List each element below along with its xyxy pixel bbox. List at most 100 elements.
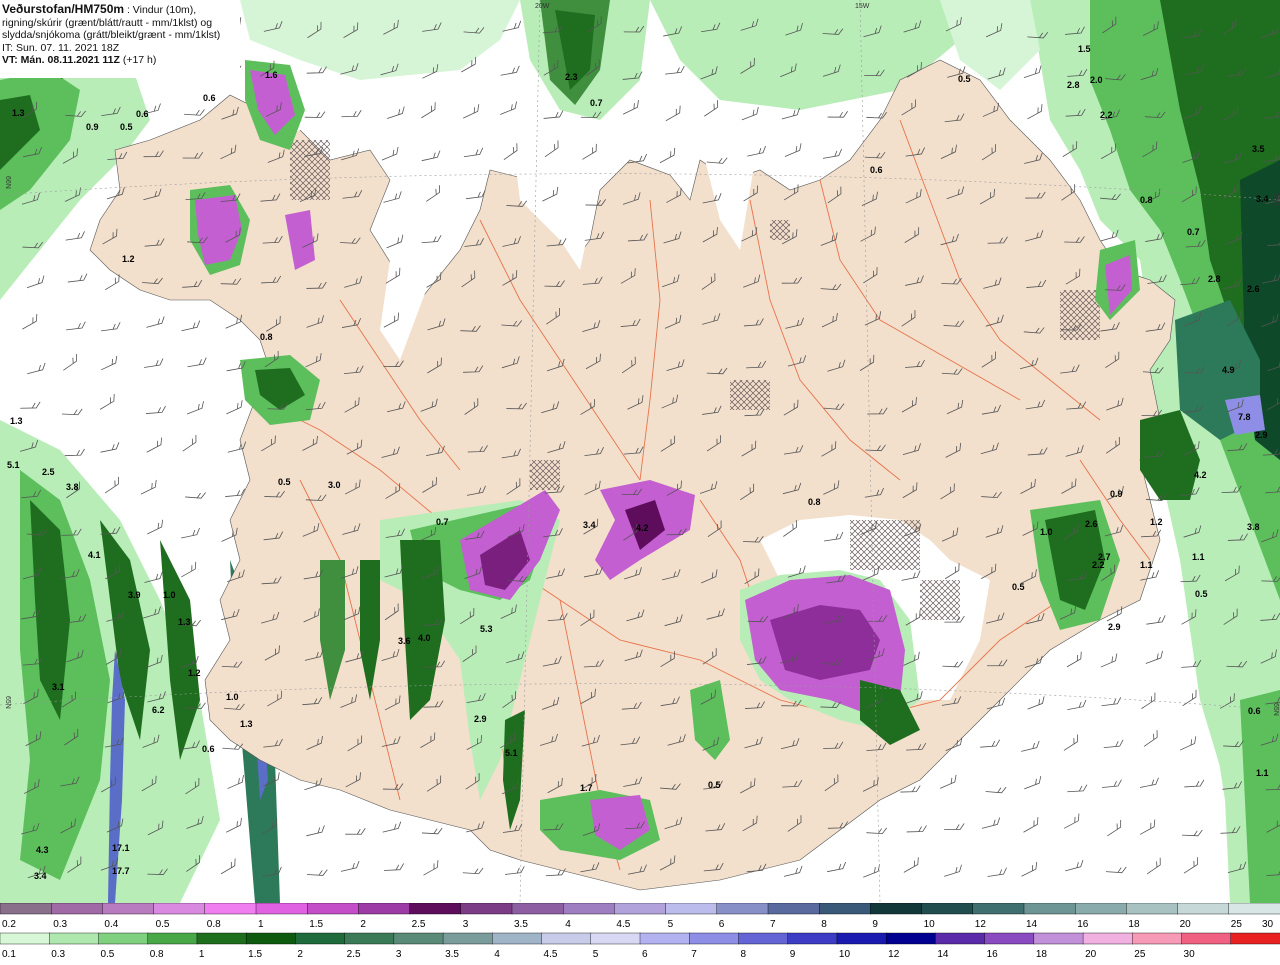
snow-legend-tick-label: 20 xyxy=(1180,919,1192,930)
snow-legend-swatch xyxy=(716,902,769,915)
precip-value-label: 1.0 xyxy=(1040,527,1053,537)
rain-legend-tick-label: 4.5 xyxy=(544,949,558,960)
valid-time-offset: (+17 h) xyxy=(122,54,157,66)
snow-legend-swatch xyxy=(0,902,52,915)
rain-legend-swatch xyxy=(98,932,149,945)
precip-value-label: 3.4 xyxy=(34,871,47,881)
precip-value-label: 2.9 xyxy=(1108,622,1121,632)
rain-legend-swatch xyxy=(541,932,592,945)
rain-legend-swatch xyxy=(935,932,986,945)
precip-value-label: 1.2 xyxy=(122,254,135,264)
precip-value-label: 1.3 xyxy=(10,416,23,426)
rain-legend-tick-label: 0.1 xyxy=(2,949,16,960)
lat-label-66n-right: 66N xyxy=(1272,193,1279,206)
rain-legend-tick-label: 20 xyxy=(1085,949,1097,960)
precip-value-label: 3.4 xyxy=(1256,194,1269,204)
snow-legend-swatch xyxy=(153,902,206,915)
snow-legend-swatch xyxy=(1074,902,1128,915)
rain-legend-swatch xyxy=(492,932,543,945)
precip-value-label: 0.7 xyxy=(436,517,449,527)
precip-value-label: 3.6 xyxy=(398,636,411,646)
snow-legend-tick-label: 10 xyxy=(924,919,936,930)
rain-legend-swatch xyxy=(393,932,444,945)
snow-legend-tick-label: 18 xyxy=(1128,919,1140,930)
snow-legend-swatch xyxy=(614,902,667,915)
precip-value-label: 1.6 xyxy=(265,70,278,80)
rain-legend-tick-label: 7 xyxy=(691,949,697,960)
snow-legend-tick-label: 3.5 xyxy=(514,919,528,930)
rain-legend-tick-label: 0.5 xyxy=(100,949,114,960)
snow-legend-swatch xyxy=(870,902,923,915)
valid-time: VT: Mán. 08.11.2021 11Z xyxy=(2,54,120,66)
precip-value-label: 17.7 xyxy=(112,866,130,876)
snow-legend-tick-label: 0.3 xyxy=(53,919,67,930)
lat-label-66n-left: 66N xyxy=(4,176,11,189)
precip-value-label: 2.6 xyxy=(1247,284,1260,294)
precip-value-label: 0.6 xyxy=(870,165,883,175)
header-info-box: Veðurstofan/HM750m : Vindur (10m), rigni… xyxy=(0,0,240,78)
snow-legend-tick-label: 5 xyxy=(668,919,674,930)
snow-legend-tick-label: 12 xyxy=(975,919,987,930)
snow-legend-swatch xyxy=(307,902,360,915)
snow-legend-tick-label: 7 xyxy=(770,919,776,930)
lon-label-15w: 15W xyxy=(855,3,870,10)
precip-value-label: 5.1 xyxy=(7,460,20,470)
weather-map: 20W 15W 66N 66N 65N 65N 1.3 0.9 0.5 0.6 1.6 0… xyxy=(0,0,1280,904)
precip-value-label: 2.5 xyxy=(42,467,55,477)
rain-legend-tick-label: 3.5 xyxy=(445,949,459,960)
snow-legend-tick-label: 0.8 xyxy=(207,919,221,930)
snow-legend-tick-label: 14 xyxy=(1026,919,1038,930)
rain-legend-swatch xyxy=(1230,932,1280,945)
precip-value-label: 17.1 xyxy=(112,843,130,853)
map-title-suffix: : Vindur (10m), xyxy=(124,4,197,16)
rain-legend-swatch xyxy=(442,932,494,945)
snow-legend-swatch xyxy=(460,902,513,915)
precip-value-label: 0.5 xyxy=(958,74,971,84)
precip-value-label: 3.1 xyxy=(52,682,65,692)
map-canvas: 20W 15W 66N 66N 65N 65N 1.30.9 0.50.61.60… xyxy=(0,0,1280,904)
rain-legend-tick-label: 0.3 xyxy=(51,949,65,960)
precip-value-label: 2.2 xyxy=(1092,560,1105,570)
snow-legend-swatch xyxy=(1177,902,1230,915)
snow-legend-tick-label: 4 xyxy=(565,919,571,930)
rain-legend-swatch xyxy=(787,932,838,945)
precip-value-label: 1.3 xyxy=(178,617,191,627)
snow-legend-swatch xyxy=(1023,902,1076,915)
snow-legend-tick-label: 0.5 xyxy=(156,919,170,930)
rain-legend-tick-label: 25 xyxy=(1134,949,1146,960)
rain-legend-swatch xyxy=(1181,932,1232,945)
snow-legend-tick-label: 0.4 xyxy=(104,919,118,930)
rain-legend-tick-label: 1.5 xyxy=(248,949,262,960)
snow-legend-tick-label: 25 xyxy=(1231,919,1243,930)
rain-legend-swatch xyxy=(984,932,1035,945)
precip-value-label: 2.8 xyxy=(1067,80,1080,90)
precip-value-label: 2.6 xyxy=(1085,519,1098,529)
rain-legend-swatch xyxy=(344,932,395,945)
snow-legend-tick-label: 8 xyxy=(821,919,827,930)
snow-legend-swatch xyxy=(972,902,1025,915)
rain-legend-swatch xyxy=(738,932,789,945)
snow-legend-tick-label: 16 xyxy=(1077,919,1089,930)
precip-value-label: 1.3 xyxy=(240,719,253,729)
precip-value-label: 3.9 xyxy=(128,590,141,600)
precip-value-label: 0.5 xyxy=(120,122,133,132)
precip-value-label: 0.9 xyxy=(86,122,99,132)
map-subtitle-line3: slydda/snjókoma (grátt/bleikt/grænt - mm… xyxy=(2,29,221,41)
precip-value-label: 0.8 xyxy=(260,332,273,342)
precip-value-label: 2.9 xyxy=(474,714,487,724)
snow-legend-swatch xyxy=(358,902,411,915)
precip-value-label: 1.5 xyxy=(1078,44,1091,54)
rain-legend-swatch xyxy=(196,932,247,945)
snow-legend-tick-label: 1 xyxy=(258,919,264,930)
precip-value-label: 4.3 xyxy=(36,845,49,855)
precip-value-label: 4.1 xyxy=(88,550,101,560)
precip-value-label: 0.6 xyxy=(203,93,216,103)
snow-legend-tick-label: 2 xyxy=(360,919,366,930)
rain-legend-swatch xyxy=(147,932,198,945)
snow-legend-swatch xyxy=(819,902,872,915)
rain-legend-tick-label: 5 xyxy=(593,949,599,960)
precip-value-label: 3.8 xyxy=(66,482,79,492)
snow-legend-tick-label: 0.2 xyxy=(2,919,16,930)
precip-value-label: 5.3 xyxy=(480,624,493,634)
lat-label-65n-right: 65N xyxy=(1272,703,1279,716)
